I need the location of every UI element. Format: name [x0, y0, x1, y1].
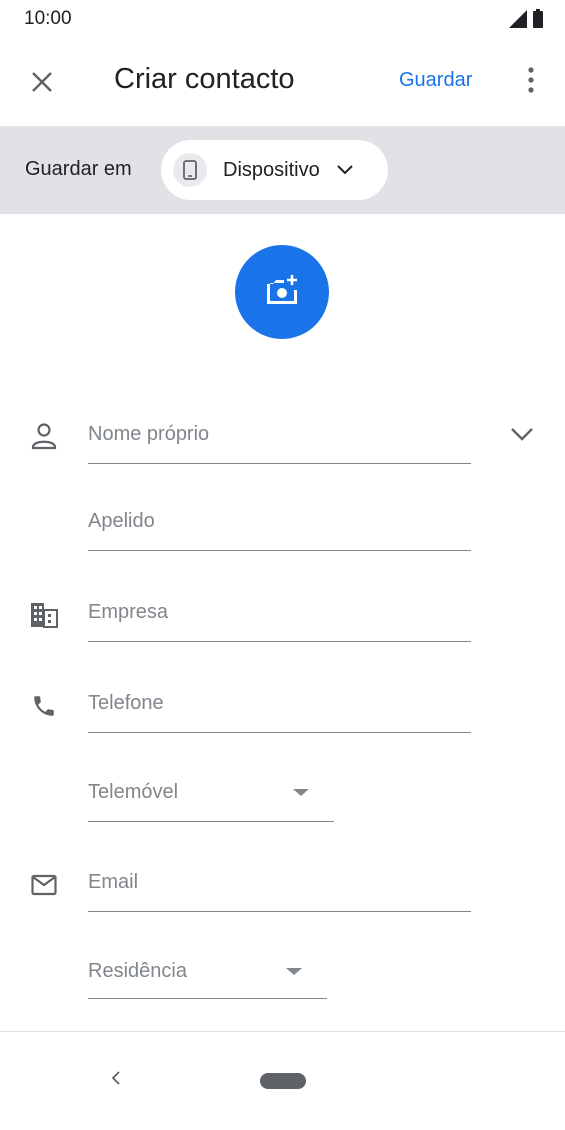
dropdown-arrow-icon: [293, 789, 309, 796]
save-location-label: Guardar em: [25, 158, 132, 180]
email-type-select[interactable]: Residência: [88, 955, 327, 1003]
first-name-field[interactable]: Nome próprio: [88, 418, 471, 466]
phone-field[interactable]: Telefone: [88, 687, 471, 735]
app-bar: Criar contacto Guardar: [0, 40, 565, 126]
surname-placeholder: Apelido: [88, 510, 155, 532]
chevron-down-icon: [510, 427, 534, 446]
surname-underline: [88, 550, 471, 551]
save-location-bar: Guardar em Dispositivo: [0, 126, 565, 214]
signal-icon: [509, 9, 527, 33]
company-underline: [88, 641, 471, 642]
phone-device-icon: [173, 153, 207, 187]
phone-type-label: Telemóvel: [88, 781, 179, 803]
save-button[interactable]: Guardar: [399, 69, 472, 92]
company-placeholder: Empresa: [88, 601, 169, 623]
person-icon: [26, 418, 62, 454]
email-underline: [88, 911, 471, 912]
email-type-label: Residência: [88, 960, 187, 982]
status-bar: 10:00: [0, 0, 565, 40]
home-pill-icon[interactable]: [260, 1073, 306, 1089]
chevron-down-icon: [336, 164, 354, 176]
status-icons: [509, 9, 543, 33]
more-vert-icon: [528, 66, 534, 98]
battery-icon: [533, 9, 543, 33]
email-type-underline: [88, 998, 327, 999]
surname-field[interactable]: Apelido: [88, 505, 471, 553]
expand-name-button[interactable]: [504, 418, 540, 454]
close-icon: [31, 71, 53, 98]
phone-type-select[interactable]: Telemóvel: [88, 776, 334, 824]
company-field[interactable]: Empresa: [88, 596, 471, 644]
account-label: Dispositivo: [223, 158, 320, 181]
nav-back-button[interactable]: [104, 1068, 128, 1092]
account-selector-chip[interactable]: Dispositivo: [161, 140, 388, 200]
more-options-button[interactable]: [516, 64, 546, 100]
status-time: 10:00: [24, 8, 72, 29]
dropdown-arrow-icon: [286, 968, 302, 975]
add-photo-button[interactable]: [235, 245, 329, 339]
page-title: Criar contacto: [114, 63, 295, 95]
add-photo-icon: [264, 274, 300, 311]
email-placeholder: Email: [88, 871, 139, 893]
back-icon: [110, 1070, 122, 1091]
nav-divider: [0, 1031, 565, 1032]
email-field[interactable]: Email: [88, 866, 471, 914]
first-name-underline: [88, 463, 471, 464]
phone-placeholder: Telefone: [88, 692, 164, 714]
close-button[interactable]: [24, 66, 60, 102]
first-name-placeholder: Nome próprio: [88, 423, 210, 445]
phone-type-underline: [88, 821, 334, 822]
phone-icon: [26, 688, 62, 724]
mail-icon: [26, 867, 62, 903]
business-icon: [26, 597, 62, 633]
phone-underline: [88, 732, 471, 733]
